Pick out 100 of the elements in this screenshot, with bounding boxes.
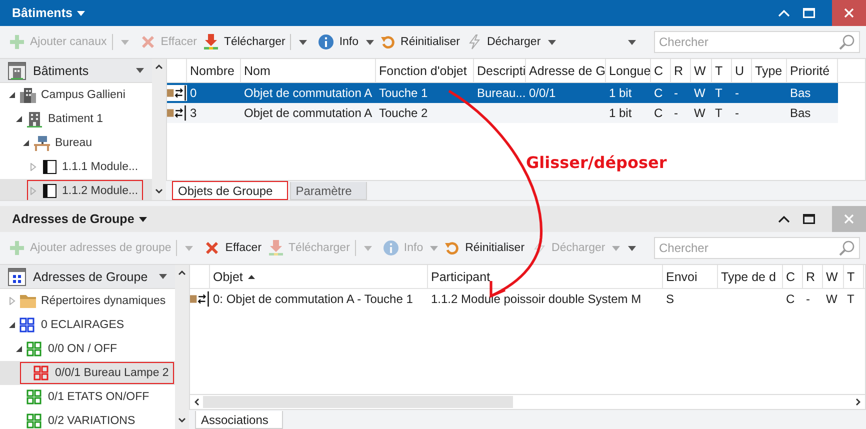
scroll-down-icon[interactable] [178, 418, 186, 423]
horizontal-scrollbar[interactable] [189, 395, 866, 410]
toolbar-button[interactable]: Info [315, 30, 377, 54]
desk-icon [33, 134, 51, 152]
tree-item[interactable]: 0/0/1 Bureau Lampe 2 [0, 361, 175, 385]
column-header[interactable]: Priorité [787, 59, 838, 82]
collapse-icon[interactable] [778, 215, 790, 223]
tree-item[interactable]: 0/0 ON / OFF [0, 337, 175, 361]
column-header[interactable]: Type de d [718, 265, 783, 288]
table-cell-text: T [846, 292, 856, 306]
scroll-left-icon[interactable] [194, 398, 199, 406]
table-cell-text: W [825, 292, 838, 306]
caret-icon[interactable] [628, 40, 636, 44]
table-cell-text: - [805, 292, 811, 306]
tree-item[interactable]: 1.1.1 Module... [0, 155, 152, 179]
scroll-right-icon[interactable] [856, 398, 861, 406]
search-field[interactable]: Chercher [654, 31, 860, 53]
tree-item[interactable]: 0/2 VARIATIONS [0, 409, 175, 429]
column-header[interactable]: Adresse de G [526, 59, 606, 82]
tree-item[interactable]: Campus Gallieni [0, 83, 152, 107]
caret-icon[interactable] [628, 246, 636, 250]
grid-window-icon [8, 268, 26, 286]
buildings-icon [19, 86, 37, 104]
toolbar-button[interactable]: Décharger [462, 30, 559, 54]
toolbar-button[interactable]: Télécharger [200, 30, 288, 54]
column-header[interactable]: U [732, 59, 752, 82]
scroll-thumb[interactable] [203, 396, 513, 408]
tree-item[interactable]: Batiment 1 [0, 107, 152, 131]
caret-icon[interactable] [77, 10, 86, 16]
tree-header[interactable]: Bâtiments [0, 59, 152, 83]
table-cell-text: Bas [789, 86, 812, 100]
tree-header[interactable]: Adresses de Groupe [0, 265, 175, 289]
column-header[interactable]: Envoi [663, 265, 718, 288]
toolbar-button[interactable]: Réinitialiser [441, 236, 528, 260]
column-header[interactable]: T [712, 59, 732, 82]
tree-item[interactable]: Bureau [0, 131, 152, 155]
annotation-label: Glisser/déposer [526, 153, 667, 172]
cross-icon [204, 240, 220, 256]
tab[interactable]: Paramètre [290, 182, 367, 200]
column-header[interactable]: Descripti [474, 59, 526, 82]
column-header[interactable]: Participant [428, 265, 663, 288]
caret-icon[interactable] [139, 216, 148, 222]
tree-item[interactable]: 0 ECLAIRAGES [0, 313, 175, 337]
tab[interactable]: Associations [195, 411, 284, 429]
column-header[interactable]: Longue [606, 59, 651, 82]
table-cell-text: W [693, 86, 706, 100]
table-cell-text: - [734, 106, 740, 120]
info-icon [318, 34, 334, 50]
close-button[interactable] [832, 0, 866, 26]
column-header[interactable]: R [671, 59, 691, 82]
table-row[interactable]: 3 Objet de commutation A Touche 2 1 bit C - W T - Bas [167, 103, 838, 123]
toolbar-button[interactable]: Réinitialiser [376, 30, 463, 54]
device-icon [40, 158, 58, 176]
column-header[interactable]: Nom [241, 59, 376, 82]
table-cell-text: - [673, 86, 679, 100]
caret-icon[interactable] [299, 40, 308, 44]
scrollbar[interactable] [152, 59, 166, 200]
panel-title[interactable]: Bâtiments [0, 6, 86, 20]
column-header[interactable]: W [691, 59, 712, 82]
expanded-arrow-icon[interactable] [8, 321, 16, 329]
column-header[interactable]: C [651, 59, 671, 82]
column-header[interactable]: R [803, 265, 823, 288]
scroll-down-icon[interactable] [155, 189, 163, 194]
column-header[interactable]: Type [752, 59, 787, 82]
grid-icon [26, 412, 44, 429]
column-header[interactable]: Nombre [187, 59, 241, 82]
table-cell-text: 1 bit [608, 86, 633, 100]
column-header[interactable]: W [823, 265, 844, 288]
tab[interactable]: Objets de Groupe [172, 181, 288, 200]
scroll-up-icon[interactable] [155, 64, 163, 69]
toolbar-button[interactable]: Effacer [201, 236, 265, 260]
column-header[interactable]: C [783, 265, 803, 288]
caret-icon [159, 274, 167, 279]
column-header[interactable]: T [844, 265, 864, 288]
search-field[interactable]: Chercher [654, 237, 860, 259]
expanded-arrow-icon[interactable] [22, 139, 30, 147]
maximize-icon[interactable] [803, 214, 815, 224]
table-cell-text: Objet de commutation A [243, 106, 374, 120]
scroll-up-icon[interactable] [178, 270, 186, 275]
table-cell-text: Bas [789, 106, 812, 120]
table-cell-text: 1.1.2 Module poissoir double System M [430, 292, 642, 306]
table-cell-text: 1 bit [608, 106, 633, 120]
tree-item[interactable]: 1.1.2 Module... [0, 179, 152, 200]
table-row[interactable]: 0 Objet de commutation A Touche 1 Bureau... 0/0/1 1 bit C - W T - Bas [167, 83, 838, 103]
expanded-arrow-icon[interactable] [15, 115, 23, 123]
tree-item[interactable]: 0/1 ETATS ON/OFF [0, 385, 175, 409]
circular-arrow-icon [380, 34, 396, 50]
table-row[interactable]: 0: Objet de commutation A - Touche 1 1.1.2 Module poissoir double System M S C - W T [190, 289, 864, 309]
panel-title[interactable]: Adresses de Groupe [0, 212, 148, 226]
plus-icon [9, 240, 25, 256]
table-cell-text: C [785, 292, 796, 306]
grid-icon [19, 316, 37, 334]
close-icon [844, 8, 854, 18]
tree-item[interactable]: Répertoires dynamiques [0, 289, 175, 313]
column-header[interactable]: Objet [210, 265, 428, 288]
scrollbar[interactable] [175, 265, 189, 429]
expanded-arrow-icon[interactable] [8, 91, 16, 99]
table-cell-text: 0: Objet de commutation A - Touche 1 [212, 292, 414, 306]
expanded-arrow-icon[interactable] [15, 345, 23, 353]
column-header[interactable]: Fonction d'objet [376, 59, 474, 82]
